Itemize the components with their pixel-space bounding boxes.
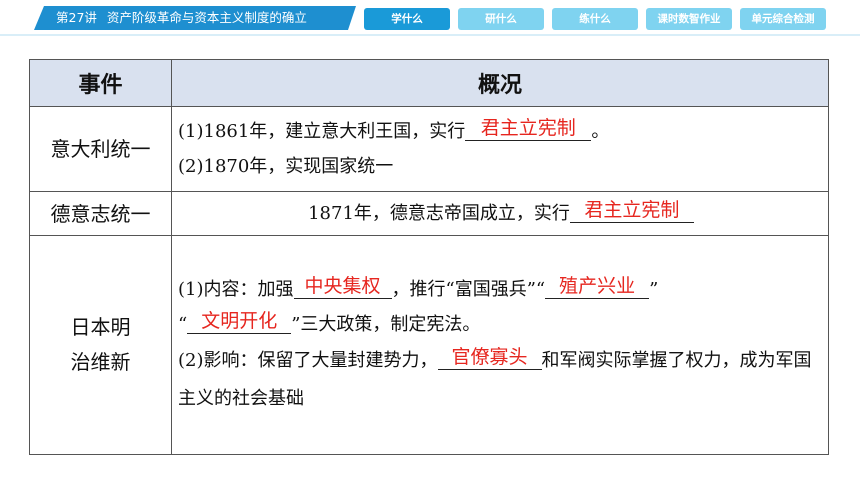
event-japan: 日本明 治维新 (29, 235, 172, 455)
header-event: 事件 (29, 58, 172, 108)
table-row-germany: 德意志统一 1871年，德意志帝国成立，实行 君主立宪制 (29, 191, 829, 237)
lesson-number: 第27讲 (56, 10, 97, 25)
japan-content-line-1: (1)内容：加强 中央集权 ，推行“富国强兵”“ 殖产兴业” (178, 272, 824, 307)
italy-line-1-end: 。 (591, 121, 610, 143)
tab-research[interactable]: 研什么 (458, 8, 544, 30)
answer-blank: 君主立宪制 (569, 198, 694, 224)
event-japan-line-1: 日本明 (70, 315, 131, 340)
italy-line-1: (1)1861年，建立意大利王国，实行 君主立宪制。 (178, 114, 824, 149)
table-header-row: 事件 概况 (29, 58, 829, 108)
history-events-table: 事件 概况 意大利统一 (1)1861年，建立意大利王国，实行 君主立宪制。 (2… (29, 58, 829, 455)
answer-blank: 中央集权 (293, 274, 392, 300)
japan-content-text: ，推行“富国强兵”“ (391, 279, 546, 301)
italy-line-2: (2)1870年，实现国家统一 (178, 156, 394, 178)
japan-influence-text: (2)影响：保留了大量封建势力， (178, 350, 438, 372)
answer-blank: 官僚寡头 (437, 345, 542, 371)
answer-blank: 殖产兴业 (545, 274, 650, 300)
japan-influence: (2)影响：保留了大量封建势力， 官僚寡头 和军阀实际掌握了权力，成为军国主义的社会… (178, 342, 824, 418)
tab-unit-test[interactable]: 单元综合检测 (740, 8, 826, 30)
tab-learn[interactable]: 学什么 (364, 8, 450, 30)
overview-germany: 1871年，德意志帝国成立，实行 君主立宪制 (171, 191, 829, 237)
japan-content-text: ”三大政策，制定宪法。 (291, 314, 481, 336)
answer-blank: 文明开化 (187, 309, 292, 335)
tab-homework[interactable]: 课时数智作业 (646, 8, 732, 30)
topbar-divider (0, 34, 860, 36)
header-overview: 概况 (171, 58, 829, 108)
event-germany: 德意志统一 (29, 191, 172, 237)
top-nav-bar: 第27讲 资产阶级革命与资本主义制度的确立 学什么 研什么 练什么 课时数智作业 … (0, 0, 860, 36)
japan-content-text: (1)内容：加强 (178, 279, 294, 301)
lesson-title-tab: 第27讲 资产阶级革命与资本主义制度的确立 (34, 6, 356, 30)
japan-content-text: “ (178, 314, 188, 336)
overview-japan: (1)内容：加强 中央集权 ，推行“富国强兵”“ 殖产兴业” “文明开化 ”三大政策，制… (171, 235, 829, 455)
event-italy: 意大利统一 (29, 106, 172, 193)
table-row-japan: 日本明 治维新 (1)内容：加强 中央集权 ，推行“富国强兵”“ 殖产兴业” “文明开… (29, 235, 829, 455)
lesson-title: 资产阶级革命与资本主义制度的确立 (106, 10, 307, 25)
tab-practice[interactable]: 练什么 (552, 8, 638, 30)
table-row-italy: 意大利统一 (1)1861年，建立意大利王国，实行 君主立宪制。 (2)1870年… (29, 106, 829, 193)
overview-italy: (1)1861年，建立意大利王国，实行 君主立宪制。 (2)1870年，实现国家统… (171, 106, 829, 193)
germany-line: 1871年，德意志帝国成立，实行 君主立宪制 (178, 196, 824, 231)
japan-content-text: ” (649, 279, 659, 301)
answer-blank: 君主立宪制 (465, 116, 592, 142)
event-japan-line-2: 治维新 (70, 350, 131, 375)
germany-line-text: 1871年，德意志帝国成立，实行 (308, 203, 570, 225)
japan-content-line-2: “文明开化 ”三大政策，制定宪法。 (178, 307, 824, 342)
italy-line-1-text: (1)1861年，建立意大利王国，实行 (178, 121, 466, 143)
